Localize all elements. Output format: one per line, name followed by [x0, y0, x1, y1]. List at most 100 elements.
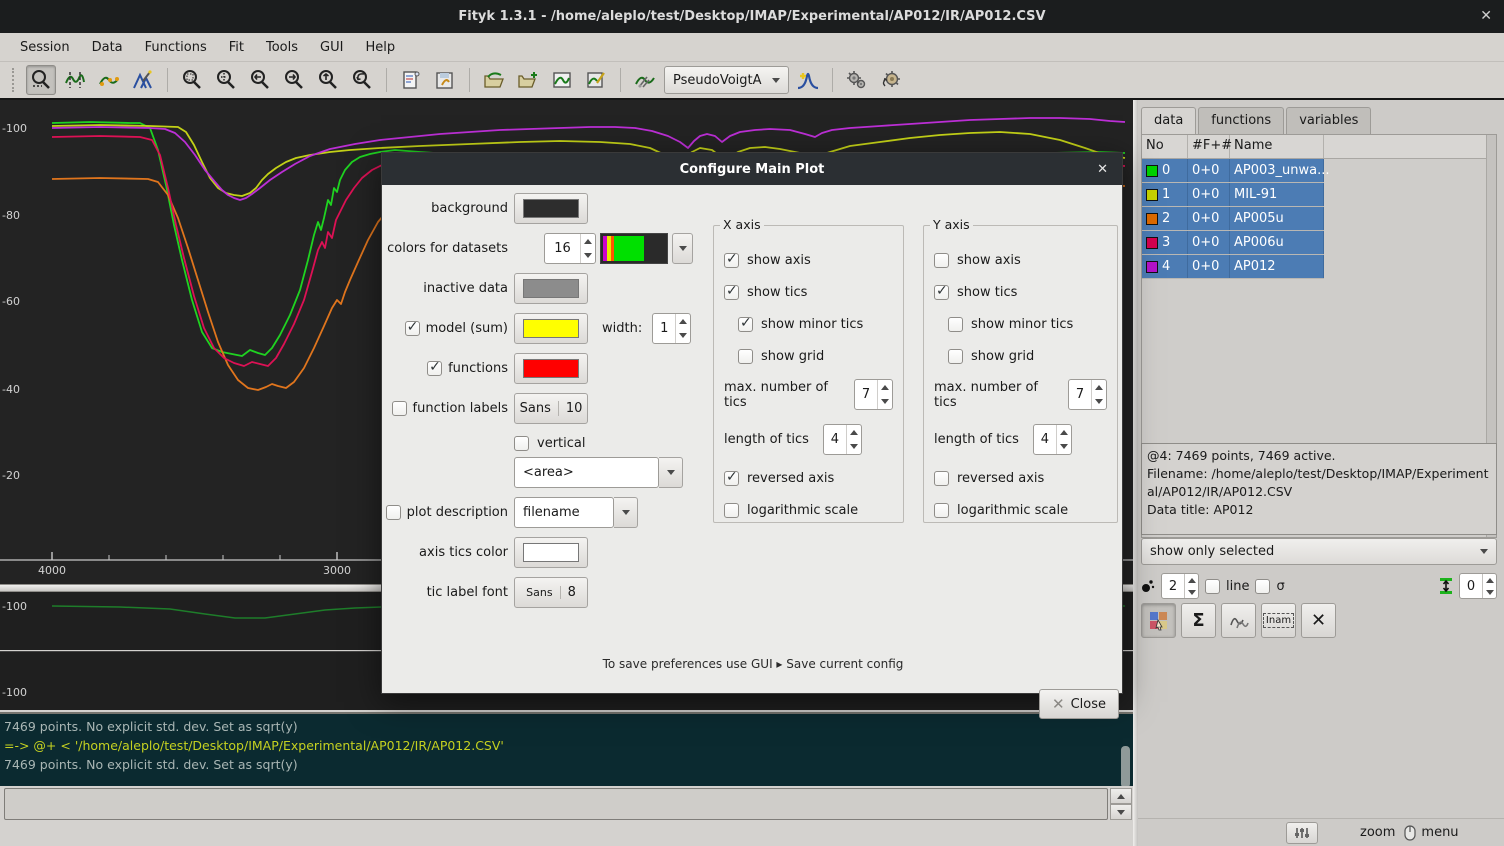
spin-down-button[interactable] [1092, 395, 1106, 410]
colors-count-spinner[interactable]: 16 [544, 233, 596, 264]
table-row[interactable]: 2 0+0 AP005u [1142, 207, 1324, 231]
x-show-minor-tics-checkbox[interactable] [738, 317, 753, 332]
spin-down-button[interactable] [1185, 586, 1198, 598]
y-show-minor-tics-checkbox[interactable] [948, 317, 963, 332]
dataset-colors-button[interactable] [1141, 603, 1176, 638]
history-down-button[interactable] [1110, 804, 1132, 820]
spin-up-button[interactable] [847, 425, 861, 440]
y-show-grid-checkbox[interactable] [948, 349, 963, 364]
spin-up-button[interactable] [1483, 574, 1496, 586]
table-row[interactable]: 0 0+0 AP003_unwa... [1142, 159, 1324, 183]
function-labels-checkbox[interactable] [392, 401, 407, 416]
palette-dropdown-button[interactable] [672, 233, 693, 264]
output-console[interactable]: 7469 points. No explicit std. dev. Set a… [0, 712, 1133, 786]
spin-down-button[interactable] [581, 249, 595, 264]
plot-description-checkbox[interactable] [386, 505, 401, 520]
menu-help[interactable]: Help [355, 36, 405, 59]
description-drop-button[interactable] [614, 497, 638, 528]
history-up-button[interactable] [1110, 788, 1132, 804]
functions-color-button[interactable] [514, 353, 588, 384]
function-edit-button[interactable] [630, 65, 660, 95]
table-row[interactable]: 4 0+0 AP012 [1142, 255, 1324, 279]
description-combo[interactable]: filename [514, 497, 614, 528]
spin-up-button[interactable] [581, 234, 595, 249]
fit-undo-button[interactable] [876, 65, 906, 95]
palette-preview[interactable] [600, 233, 668, 264]
x-tic-length-spinner[interactable]: 4 [823, 424, 862, 455]
y-log-scale-checkbox[interactable] [934, 503, 949, 518]
y-max-tics-spinner[interactable]: 7 [1068, 379, 1107, 410]
width-spinner[interactable]: 1 [652, 313, 691, 344]
spin-up-button[interactable] [1092, 380, 1106, 395]
x-show-grid-checkbox[interactable] [738, 349, 753, 364]
spin-up-button[interactable] [1185, 574, 1198, 586]
col-header-f[interactable]: #F+# [1188, 135, 1230, 158]
x-show-axis-checkbox[interactable] [724, 253, 739, 268]
spin-down-button[interactable] [847, 440, 861, 455]
command-input[interactable] [4, 788, 1108, 820]
sum-view-button[interactable]: Σ [1181, 603, 1216, 638]
name-label-button[interactable]: Inam [1261, 603, 1296, 638]
tab-variables[interactable]: variables [1286, 107, 1371, 134]
zoom-mode-button[interactable] [26, 65, 56, 95]
export-graph-button[interactable] [547, 65, 577, 95]
export-image-button[interactable] [581, 65, 611, 95]
toolbar-drag-handle[interactable] [12, 68, 18, 92]
table-row[interactable]: 1 0+0 MIL-91 [1142, 183, 1324, 207]
spin-down-button[interactable] [676, 329, 690, 344]
spin-down-button[interactable] [1057, 440, 1071, 455]
dialog-close-icon[interactable]: ✕ [1097, 162, 1108, 177]
menu-gui[interactable]: GUI [310, 36, 353, 59]
log-script-button[interactable] [396, 65, 426, 95]
line-checkbox[interactable] [1205, 579, 1220, 594]
append-data-button[interactable] [513, 65, 543, 95]
window-close-icon[interactable]: ✕ [1480, 8, 1492, 24]
delete-dataset-button[interactable]: ✕ [1301, 603, 1336, 638]
menu-data[interactable]: Data [82, 36, 133, 59]
save-session-button[interactable] [430, 65, 460, 95]
menu-fit[interactable]: Fit [219, 36, 254, 59]
label-text-combo[interactable]: <area> [514, 457, 659, 488]
show-filter-combo[interactable]: show only selected [1141, 538, 1497, 565]
label-font-button[interactable]: Sans 10 [514, 393, 588, 424]
spin-down-button[interactable] [1483, 586, 1496, 598]
gui-config-button[interactable] [1286, 822, 1318, 844]
open-data-button[interactable] [479, 65, 509, 95]
x-max-tics-spinner[interactable]: 7 [854, 379, 893, 410]
shift-spinner[interactable]: 0 [1459, 573, 1497, 599]
x-show-tics-checkbox[interactable] [724, 285, 739, 300]
add-peak-button[interactable] [793, 65, 823, 95]
zoom-all-button[interactable] [177, 65, 207, 95]
inactive-color-button[interactable] [514, 273, 588, 304]
spin-up-button[interactable] [676, 314, 690, 329]
range-mode-button[interactable] [60, 65, 90, 95]
zoom-previous-button[interactable] [347, 65, 377, 95]
zoom-vertical-button[interactable] [211, 65, 241, 95]
col-header-no[interactable]: No [1142, 135, 1188, 158]
console-scrollbar[interactable] [1121, 746, 1130, 786]
fit-run-button[interactable] [842, 65, 872, 95]
model-checkbox[interactable] [405, 321, 420, 336]
zoom-up-button[interactable] [313, 65, 343, 95]
y-reversed-axis-checkbox[interactable] [934, 471, 949, 486]
menu-session[interactable]: Session [10, 36, 80, 59]
menu-tools[interactable]: Tools [256, 36, 308, 59]
spin-up-button[interactable] [1057, 425, 1071, 440]
close-button[interactable]: ✕ Close [1039, 689, 1119, 719]
y-show-axis-checkbox[interactable] [934, 253, 949, 268]
peak-mode-button[interactable] [128, 65, 158, 95]
y-show-tics-checkbox[interactable] [934, 285, 949, 300]
tic-font-button[interactable]: Sans 8 [514, 577, 588, 608]
spin-down-button[interactable] [878, 395, 892, 410]
zoom-left-button[interactable] [245, 65, 275, 95]
tab-functions[interactable]: functions [1198, 107, 1284, 134]
background-color-button[interactable] [514, 193, 588, 224]
functions-checkbox[interactable] [427, 361, 442, 376]
sigma-checkbox[interactable] [1255, 579, 1270, 594]
zoom-right-button[interactable] [279, 65, 309, 95]
spin-up-button[interactable] [878, 380, 892, 395]
function-type-combo[interactable]: PseudoVoigtA [664, 66, 789, 94]
model-color-button[interactable] [514, 313, 588, 344]
tab-data[interactable]: data [1141, 107, 1196, 134]
menu-functions[interactable]: Functions [135, 36, 217, 59]
